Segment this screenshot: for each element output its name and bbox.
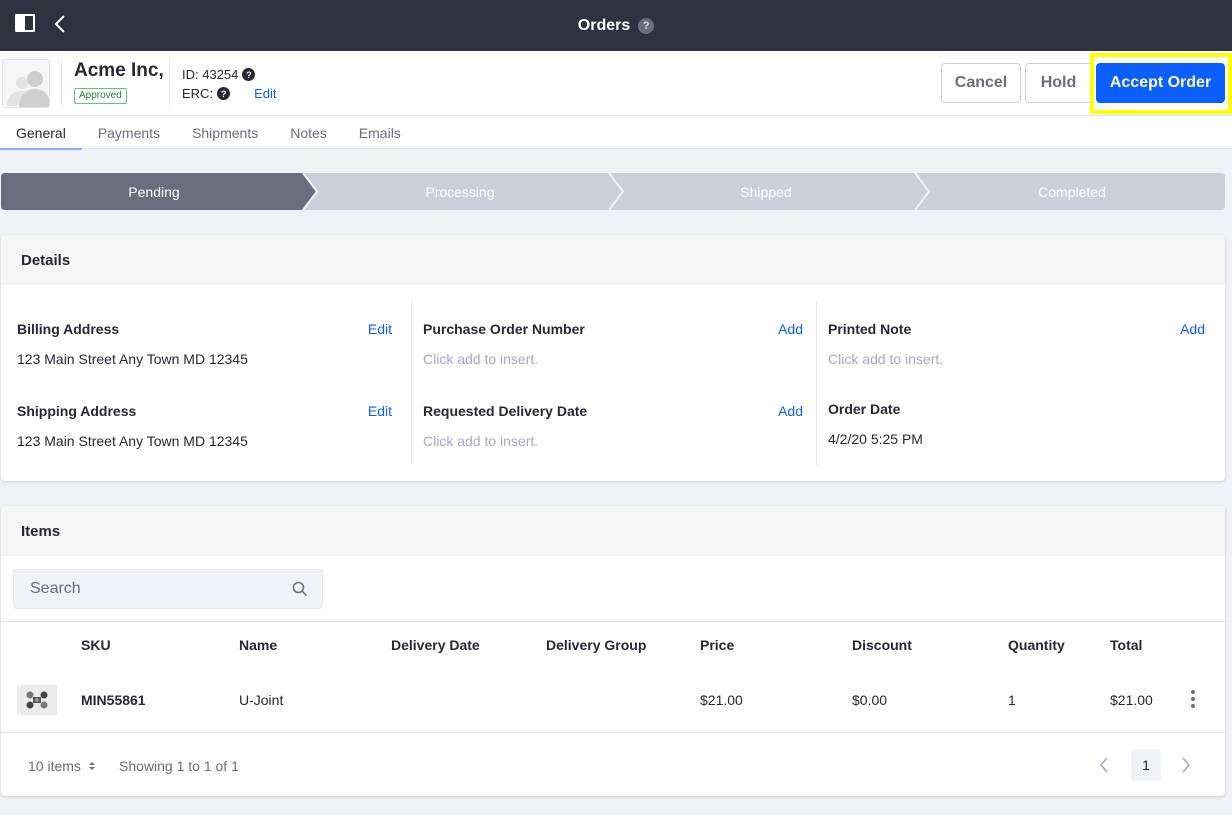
page-title: Orders	[577, 16, 631, 34]
shipping-address-field: Shipping Address Edit 123 Main Street An…	[17, 403, 392, 449]
order-id-label: ID: 43254	[182, 67, 239, 82]
printed-note-label: Printed Note	[828, 321, 912, 337]
row-actions-kebab-icon[interactable]	[1183, 686, 1203, 712]
details-card: Details Billing Address Edit 123 Main St…	[1, 235, 1225, 481]
step-completed: Completed	[1038, 183, 1106, 200]
search-input[interactable]	[14, 570, 274, 608]
top-bar: Orders ?	[0, 0, 1232, 51]
details-col-notes: Printed Note Add Click add to insert. Or…	[816, 301, 1221, 465]
billing-address-label: Billing Address	[17, 321, 120, 337]
cell-discount: $0.00	[852, 692, 888, 708]
tab-shipments[interactable]: Shipments	[176, 116, 274, 149]
step-pending: Pending	[128, 183, 180, 200]
details-title: Details	[1, 235, 1225, 285]
column-header-quantity[interactable]: Quantity	[1008, 637, 1065, 653]
po-number-field: Purchase Order Number Add Click add to i…	[423, 321, 803, 367]
cell-quantity: 1	[1008, 692, 1016, 708]
search-icon[interactable]	[292, 581, 308, 597]
tab-notes[interactable]: Notes	[274, 116, 343, 149]
pagination-results: Showing 1 to 1 of 1	[119, 758, 239, 774]
cell-price: $21.00	[700, 692, 743, 708]
page-1-button[interactable]: 1	[1131, 749, 1161, 781]
billing-address-value: 123 Main Street Any Town MD 12345	[17, 351, 248, 367]
delivery-date-value: Click add to insert.	[423, 433, 539, 449]
details-col-purchase: Purchase Order Number Add Click add to i…	[411, 301, 816, 465]
shipping-address-label: Shipping Address	[17, 403, 137, 419]
step-processing: Processing	[425, 183, 495, 200]
column-header-sku[interactable]: SKU	[81, 637, 111, 653]
column-header-total[interactable]: Total	[1110, 637, 1142, 653]
highlight-box	[1090, 53, 1232, 114]
chevron-right-icon	[1182, 757, 1191, 773]
po-number-value: Click add to insert.	[423, 351, 539, 367]
items-title: Items	[1, 506, 1225, 556]
previous-page-button[interactable]	[1089, 749, 1119, 781]
order-id: ID: 43254 ?	[182, 67, 256, 82]
account-avatar	[2, 59, 50, 108]
billing-edit-link[interactable]: Edit	[368, 321, 392, 337]
erc-help-icon[interactable]: ?	[217, 87, 231, 100]
user-group-icon	[7, 71, 49, 107]
divider	[1, 621, 1225, 622]
erc-label: ERC:	[182, 86, 214, 101]
chevron-left-icon	[1099, 757, 1108, 773]
order-date-value: 4/2/20 5:25 PM	[828, 431, 923, 447]
erc-edit-link[interactable]: Edit	[254, 86, 276, 101]
delivery-date-add-link[interactable]: Add	[778, 403, 803, 419]
step-shipped: Shipped	[740, 183, 792, 200]
column-header-discount[interactable]: Discount	[852, 637, 912, 653]
next-page-button[interactable]	[1171, 749, 1201, 781]
billing-address-field: Billing Address Edit 123 Main Street Any…	[17, 321, 392, 367]
column-header-price[interactable]: Price	[700, 637, 734, 653]
page-size-label: 10 items	[28, 758, 81, 774]
status-badge: Approved	[74, 88, 127, 104]
cell-name: U-Joint	[239, 692, 284, 708]
company-name: Acme Inc,	[74, 60, 164, 81]
column-header-delivery-date[interactable]: Delivery Date	[391, 637, 480, 653]
tab-payments[interactable]: Payments	[82, 116, 176, 149]
order-header: Acme Inc, Approved ID: 43254 ? ERC: ? Ed…	[0, 51, 1232, 116]
help-icon[interactable]: ?	[638, 17, 655, 34]
order-date-label: Order Date	[828, 401, 901, 417]
details-col-addresses: Billing Address Edit 123 Main Street Any…	[1, 301, 406, 465]
tab-emails[interactable]: Emails	[343, 116, 417, 149]
shipping-address-value: 123 Main Street Any Town MD 12345	[17, 433, 248, 449]
tab-general[interactable]: General	[0, 116, 82, 150]
u-joint-icon	[26, 691, 48, 709]
order-erc: ERC: ? Edit	[182, 86, 276, 101]
printed-note-field: Printed Note Add Click add to insert.	[828, 321, 1205, 367]
page-title-wrap: Orders ?	[0, 0, 1232, 51]
cancel-button[interactable]: Cancel	[941, 63, 1021, 103]
column-header-name[interactable]: Name	[239, 637, 277, 653]
divider	[169, 59, 170, 107]
items-search[interactable]	[13, 569, 323, 609]
printed-note-value: Click add to insert.	[828, 351, 944, 367]
delivery-date-field: Requested Delivery Date Add Click add to…	[423, 403, 803, 449]
workflow-stepper: Pending Processing Shipped Completed	[1, 173, 1225, 210]
id-help-icon[interactable]: ?	[242, 68, 256, 81]
tab-bar: General Payments Shipments Notes Emails	[0, 116, 1232, 150]
items-card: Items SKU Name Delivery Date Delivery Gr…	[1, 506, 1225, 796]
page-size-select[interactable]: 10 items	[28, 758, 96, 774]
hold-button[interactable]: Hold	[1025, 63, 1092, 103]
order-date-field: Order Date 4/2/20 5:25 PM	[828, 401, 1205, 447]
product-thumbnail	[17, 685, 57, 715]
divider	[1, 732, 1225, 733]
sort-caret-icon	[88, 762, 95, 770]
column-header-delivery-group[interactable]: Delivery Group	[546, 637, 646, 653]
shipping-edit-link[interactable]: Edit	[368, 403, 392, 419]
divider	[61, 59, 62, 107]
printed-note-add-link[interactable]: Add	[1180, 321, 1205, 337]
po-number-add-link[interactable]: Add	[778, 321, 803, 337]
po-number-label: Purchase Order Number	[423, 321, 585, 337]
delivery-date-label: Requested Delivery Date	[423, 403, 588, 419]
cell-total: $21.00	[1110, 692, 1153, 708]
cell-sku: MIN55861	[81, 692, 146, 708]
